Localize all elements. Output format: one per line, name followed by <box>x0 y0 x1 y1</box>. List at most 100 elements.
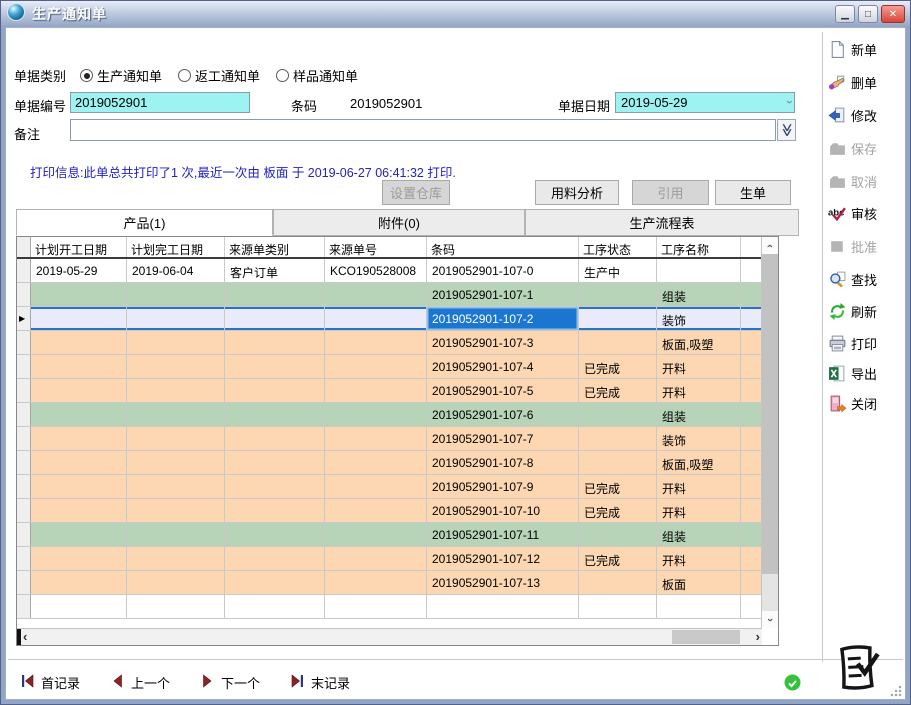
table-cell[interactable] <box>225 475 325 498</box>
radio-icon[interactable] <box>80 69 93 82</box>
nav-button-1[interactable]: 上一个 <box>110 673 170 692</box>
table-cell[interactable] <box>579 283 657 306</box>
table-cell[interactable]: 装饰 <box>657 427 741 450</box>
scroll-left-icon[interactable]: ‹ <box>23 629 27 644</box>
table-cell[interactable] <box>225 355 325 378</box>
horizontal-scrollbar[interactable]: ‹ › <box>17 628 762 645</box>
vscroll-thumb[interactable] <box>762 254 778 574</box>
action-button-1[interactable]: 用料分析 <box>535 180 619 205</box>
table-cell[interactable]: 开料 <box>657 499 741 522</box>
radio-doc-type-1[interactable]: 返工通知单 <box>178 66 260 85</box>
column-header[interactable]: 来源单类别 <box>225 237 325 257</box>
table-cell[interactable]: 2019052901-107-5 <box>427 379 579 402</box>
table-cell[interactable] <box>325 379 427 402</box>
table-cell[interactable] <box>225 523 325 546</box>
table-cell[interactable] <box>225 283 325 306</box>
sidebar-button-7[interactable]: 查找 <box>828 267 908 291</box>
table-cell[interactable]: 2019052901-107-8 <box>427 451 579 474</box>
sidebar-button-0[interactable]: 新单 <box>828 37 908 61</box>
table-cell[interactable]: 2019052901-107-4 <box>427 355 579 378</box>
table-cell[interactable] <box>325 475 427 498</box>
tab-0[interactable]: 产品(1) <box>16 209 273 236</box>
table-cell[interactable]: 2019052901-107-10 <box>427 499 579 522</box>
row-selector-cell[interactable] <box>17 571 31 594</box>
remark-expand-button[interactable]: ≫ <box>777 119 796 141</box>
table-row[interactable]: 2019052901-107-6组装 <box>17 403 778 427</box>
nav-button-2[interactable]: 下一个 <box>200 673 260 692</box>
nav-button-0[interactable]: 首记录 <box>20 673 80 692</box>
table-cell[interactable] <box>325 427 427 450</box>
table-cell[interactable] <box>225 571 325 594</box>
table-cell[interactable] <box>325 547 427 570</box>
table-cell[interactable]: 2019052901-107-9 <box>427 475 579 498</box>
splitter-handle[interactable] <box>17 629 21 645</box>
table-cell[interactable]: 2019052901-107-7 <box>427 427 579 450</box>
table-cell[interactable] <box>225 451 325 474</box>
row-selector-cell[interactable] <box>17 499 31 522</box>
sidebar-button-9[interactable]: 打印 <box>828 331 908 355</box>
table-cell[interactable] <box>225 379 325 402</box>
table-cell[interactable] <box>127 379 225 402</box>
table-cell[interactable] <box>325 307 427 330</box>
sidebar-button-10[interactable]: 导出 <box>828 361 908 385</box>
table-row[interactable]: 2019052901-107-12已完成开料 <box>17 547 778 571</box>
table-cell[interactable]: 2019052901-107-6 <box>427 403 579 426</box>
table-cell[interactable] <box>127 547 225 570</box>
table-cell[interactable] <box>31 331 127 354</box>
table-row[interactable]: 2019052901-107-11组装 <box>17 523 778 547</box>
table-cell[interactable] <box>31 499 127 522</box>
table-cell[interactable] <box>31 571 127 594</box>
table-row[interactable]: 2019052901-107-7 装饰 <box>17 427 778 451</box>
table-cell[interactable]: KCO190528008 <box>325 259 427 282</box>
table-row[interactable]: 2019052901-107-5已完成开料 <box>17 379 778 403</box>
table-cell[interactable] <box>325 451 427 474</box>
table-cell[interactable]: 已完成 <box>579 355 657 378</box>
table-cell[interactable]: 板面,吸塑 <box>657 331 741 354</box>
row-selector-cell[interactable] <box>17 355 31 378</box>
column-header[interactable]: 工序状态 <box>579 237 657 257</box>
table-cell[interactable]: 已完成 <box>579 379 657 402</box>
row-selector-cell[interactable] <box>17 427 31 450</box>
row-selector-cell[interactable] <box>17 283 31 306</box>
table-cell[interactable] <box>31 427 127 450</box>
radio-icon[interactable] <box>276 69 289 82</box>
table-cell[interactable] <box>325 283 427 306</box>
table-cell[interactable]: 2019052901-107-11 <box>427 523 579 546</box>
table-cell[interactable] <box>31 547 127 570</box>
radio-doc-type-0[interactable]: 生产通知单 <box>80 66 162 85</box>
row-selector-cell[interactable] <box>17 451 31 474</box>
table-row[interactable]: 2019052901-107-9已完成开料 <box>17 475 778 499</box>
scroll-down-icon[interactable]: › <box>762 611 778 628</box>
table-cell[interactable]: 已完成 <box>579 547 657 570</box>
table-cell[interactable] <box>127 475 225 498</box>
table-cell[interactable] <box>127 355 225 378</box>
table-cell[interactable] <box>579 331 657 354</box>
row-selector-cell[interactable] <box>17 259 31 282</box>
chevron-down-icon[interactable]: › <box>783 100 797 104</box>
table-cell[interactable] <box>325 523 427 546</box>
vertical-scrollbar[interactable]: › › <box>761 237 778 628</box>
table-cell[interactable] <box>127 499 225 522</box>
table-cell[interactable]: 2019-06-04 <box>127 259 225 282</box>
table-cell[interactable] <box>127 307 225 330</box>
table-cell[interactable] <box>225 427 325 450</box>
table-cell[interactable] <box>127 451 225 474</box>
maximize-button[interactable]: □ <box>858 5 878 23</box>
table-cell[interactable] <box>127 403 225 426</box>
row-selector-cell[interactable] <box>17 403 31 426</box>
table-cell[interactable]: 板面 <box>657 571 741 594</box>
sidebar-button-11[interactable]: 关闭 <box>828 391 908 415</box>
table-row[interactable]: 2019052901-107-4已完成开料 <box>17 355 778 379</box>
table-cell[interactable] <box>127 331 225 354</box>
table-cell[interactable] <box>225 547 325 570</box>
table-cell[interactable]: 装饰 <box>657 307 741 330</box>
tab-2[interactable]: 生产流程表 <box>525 209 799 236</box>
doc-no-input[interactable] <box>70 92 250 113</box>
action-button-3[interactable]: 生单 <box>715 180 791 205</box>
table-cell[interactable] <box>31 403 127 426</box>
table-cell[interactable] <box>225 307 325 330</box>
table-cell[interactable] <box>31 523 127 546</box>
table-cell[interactable] <box>127 523 225 546</box>
sidebar-button-1[interactable]: 删单 <box>828 70 908 94</box>
table-cell[interactable] <box>127 283 225 306</box>
